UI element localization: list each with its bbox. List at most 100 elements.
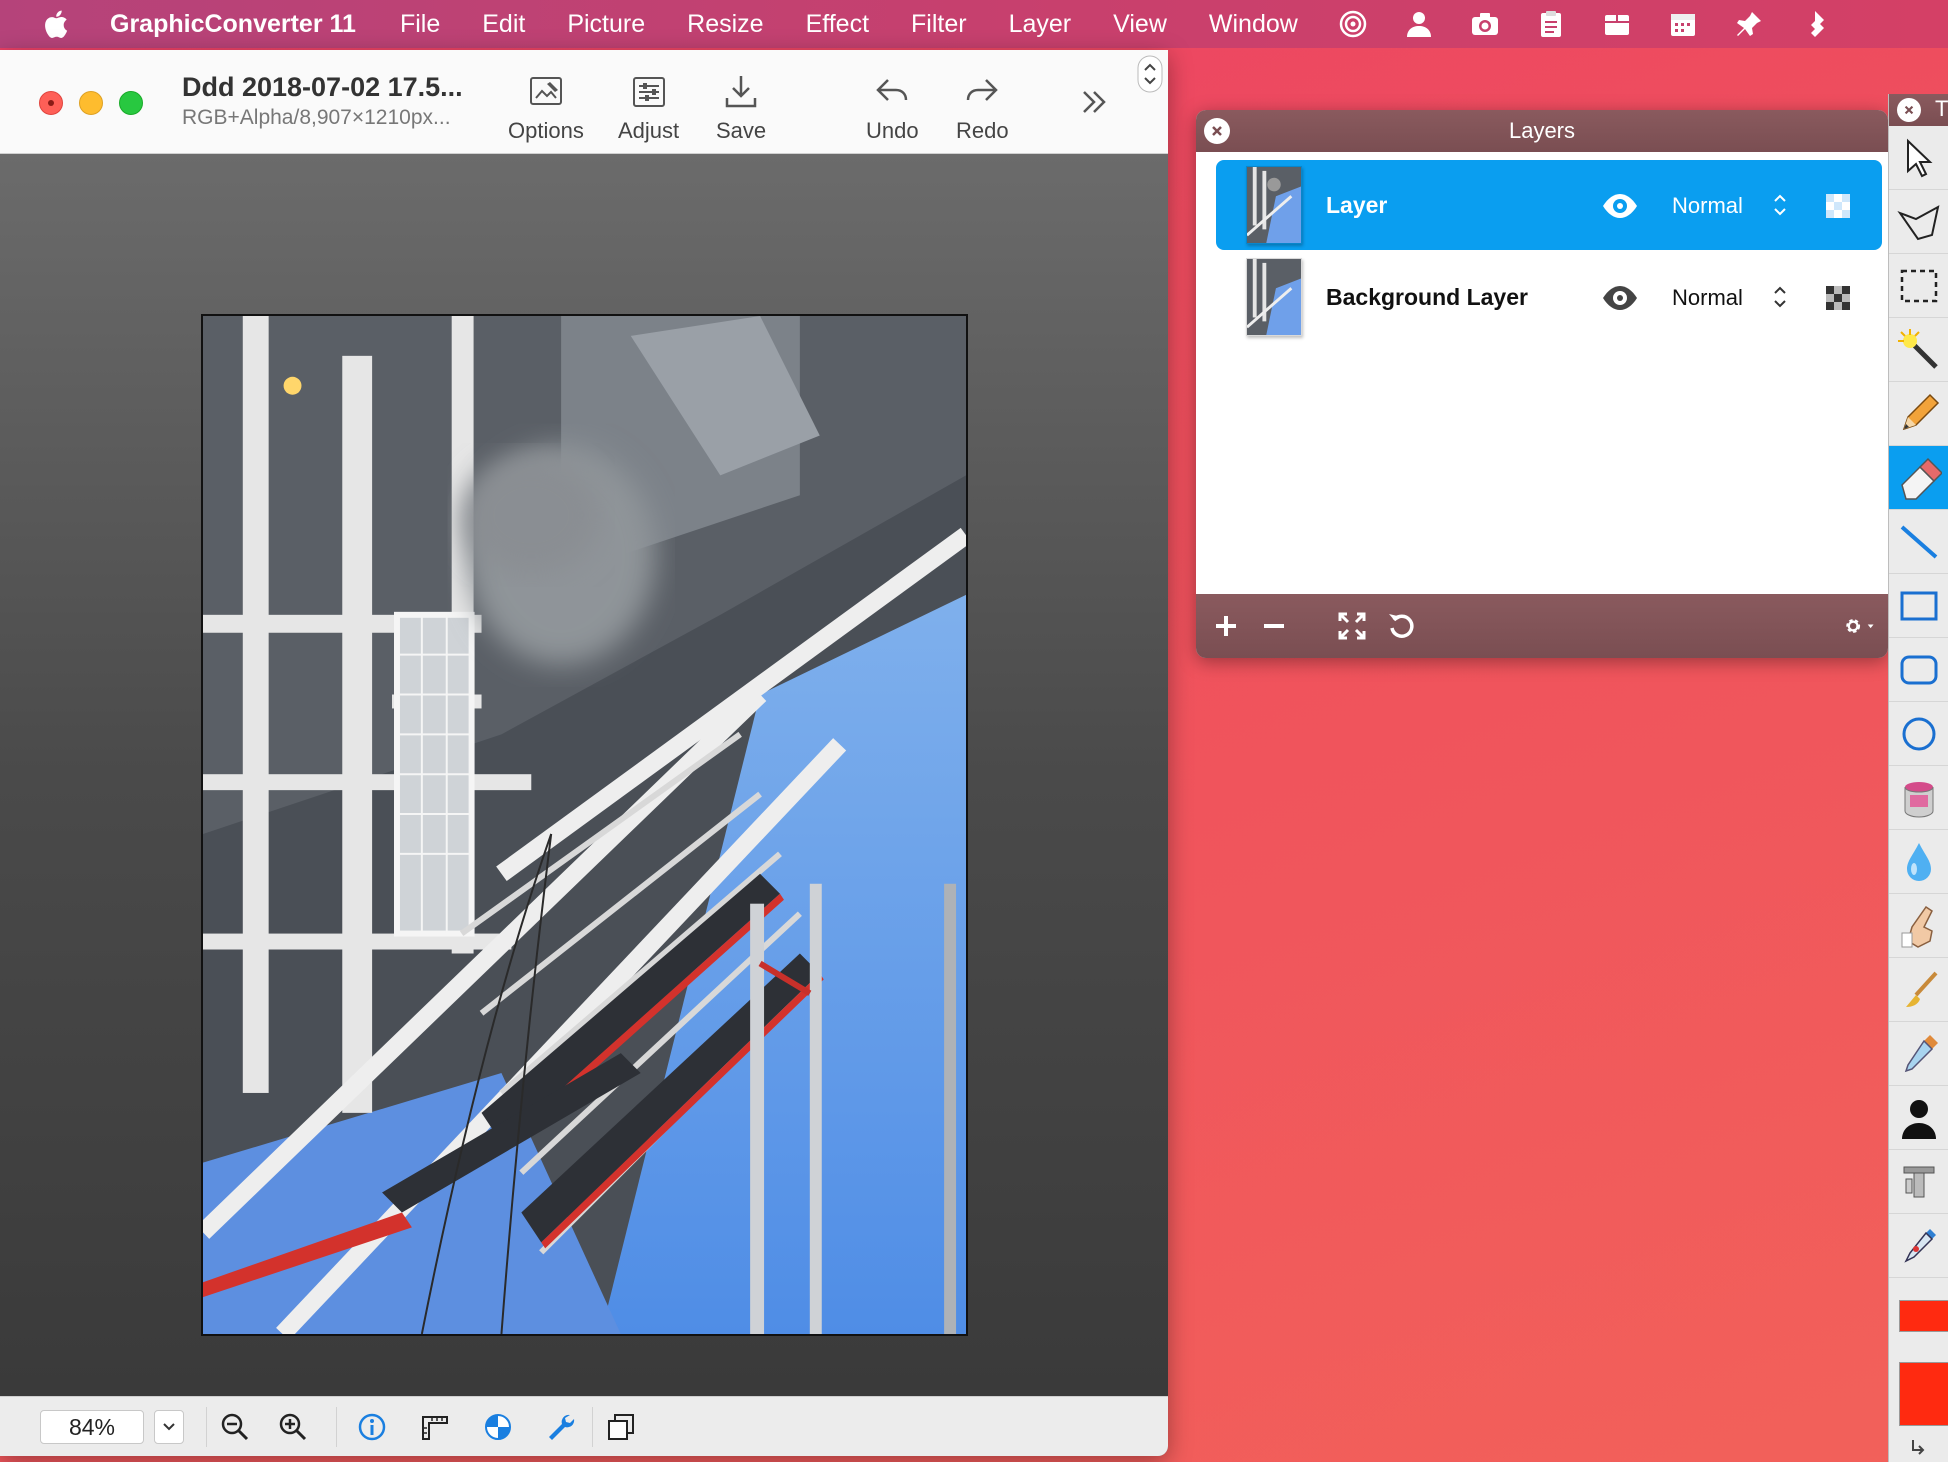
brush-icon[interactable] bbox=[1889, 958, 1948, 1022]
eye-icon[interactable] bbox=[1600, 278, 1640, 318]
layer-row-layer[interactable]: Layer Normal bbox=[1216, 160, 1882, 250]
layer-thumbnail bbox=[1246, 166, 1302, 244]
toolbar-scroll-icon[interactable] bbox=[1136, 54, 1164, 94]
document-title: Ddd 2018-07-02 17.5... bbox=[182, 72, 463, 102]
layer-name[interactable]: Layer bbox=[1326, 192, 1387, 219]
arrow-tool-icon[interactable] bbox=[1889, 126, 1948, 190]
toolbar-overflow-icon[interactable] bbox=[1074, 82, 1114, 122]
wrench-icon[interactable] bbox=[544, 1410, 578, 1444]
layers-panel-title: Layers bbox=[1508, 118, 1576, 143]
ruler-icon[interactable] bbox=[418, 1410, 452, 1444]
document-window: Ddd 2018-07-02 17.5... RGB+Alpha/8,907×1… bbox=[0, 50, 1168, 1456]
close-icon bbox=[1904, 105, 1914, 115]
adjust-button[interactable]: Adjust bbox=[618, 72, 679, 144]
apple-menu-icon[interactable] bbox=[0, 0, 110, 48]
minimize-window-button[interactable] bbox=[79, 91, 103, 115]
updown-chevron-icon[interactable] bbox=[1772, 284, 1788, 310]
menu-view[interactable]: View bbox=[1113, 10, 1167, 39]
close-icon bbox=[1212, 126, 1222, 136]
person-icon[interactable] bbox=[1402, 7, 1436, 41]
menu-resize[interactable]: Resize bbox=[687, 10, 763, 39]
line-tool-icon[interactable] bbox=[1889, 510, 1948, 574]
finger-smudge-icon[interactable] bbox=[1889, 894, 1948, 958]
package-icon[interactable] bbox=[1600, 7, 1634, 41]
syringe-icon[interactable] bbox=[1889, 1214, 1948, 1278]
image-canvas[interactable] bbox=[0, 154, 1168, 1396]
layers-panel-title-bar: Layers bbox=[1196, 110, 1888, 152]
eye-icon[interactable] bbox=[1600, 186, 1640, 226]
zoom-window-button[interactable] bbox=[119, 91, 143, 115]
eraser-icon[interactable] bbox=[1889, 446, 1948, 510]
menu-app-name[interactable]: GraphicConverter 11 bbox=[110, 10, 356, 39]
menu-layer[interactable]: Layer bbox=[1009, 10, 1072, 39]
color-wheel-icon[interactable] bbox=[481, 1410, 515, 1444]
transparency-checker-icon[interactable] bbox=[1826, 286, 1850, 310]
updown-chevron-icon[interactable] bbox=[1772, 192, 1788, 218]
calendar-icon[interactable] bbox=[1666, 7, 1700, 41]
menu-window[interactable]: Window bbox=[1209, 10, 1298, 39]
rectangle-tool-icon[interactable] bbox=[1889, 574, 1948, 638]
layer-name[interactable]: Background Layer bbox=[1326, 284, 1528, 311]
save-label: Save bbox=[716, 118, 767, 143]
target-icon[interactable] bbox=[1336, 7, 1370, 41]
menu-bar: GraphicConverter 11 File Edit Picture Re… bbox=[0, 0, 1948, 48]
close-tools-button[interactable] bbox=[1897, 98, 1921, 122]
blend-mode-select[interactable]: Normal bbox=[1672, 193, 1743, 219]
status-bar: 84% bbox=[0, 1396, 1168, 1456]
pencil-icon[interactable] bbox=[1889, 382, 1948, 446]
chevron-down-icon bbox=[163, 1423, 175, 1431]
add-layer-icon[interactable] bbox=[1208, 608, 1244, 644]
pin-icon[interactable] bbox=[1732, 7, 1766, 41]
options-icon bbox=[529, 77, 562, 105]
menu-filter[interactable]: Filter bbox=[911, 10, 967, 39]
tool-palette: T bbox=[1888, 94, 1948, 1462]
swap-colors-icon[interactable] bbox=[1909, 1436, 1929, 1456]
rounded-rect-tool-icon[interactable] bbox=[1889, 638, 1948, 702]
undo-icon bbox=[876, 79, 908, 101]
menu-picture[interactable]: Picture bbox=[567, 10, 645, 39]
stamp-icon[interactable] bbox=[1889, 1150, 1948, 1214]
info-icon[interactable] bbox=[355, 1410, 389, 1444]
blend-mode-select[interactable]: Normal bbox=[1672, 285, 1743, 311]
windows-icon[interactable] bbox=[604, 1410, 638, 1444]
remove-layer-icon[interactable] bbox=[1256, 608, 1292, 644]
redo-button[interactable]: Redo bbox=[956, 72, 1009, 144]
menu-file[interactable]: File bbox=[400, 10, 440, 39]
options-button[interactable]: Options bbox=[508, 72, 584, 144]
menu-edit[interactable]: Edit bbox=[482, 10, 525, 39]
image-preview[interactable] bbox=[201, 314, 968, 1336]
tool-palette-title-bar: T bbox=[1889, 94, 1948, 126]
save-button[interactable]: Save bbox=[716, 72, 766, 144]
water-drop-icon[interactable] bbox=[1889, 830, 1948, 894]
marquee-tool-icon[interactable] bbox=[1889, 254, 1948, 318]
rotate-reset-icon[interactable] bbox=[1384, 608, 1420, 644]
gear-icon[interactable] bbox=[1834, 608, 1884, 644]
foreground-color-swatch[interactable] bbox=[1899, 1300, 1948, 1332]
menu-effect[interactable]: Effect bbox=[806, 10, 869, 39]
clipboard-icon[interactable] bbox=[1534, 7, 1568, 41]
zoom-level-field[interactable]: 84% bbox=[40, 1410, 144, 1444]
lasso-tool-icon[interactable] bbox=[1889, 190, 1948, 254]
undo-button[interactable]: Undo bbox=[866, 72, 919, 144]
silhouette-icon[interactable] bbox=[1889, 1086, 1948, 1150]
eyedropper-icon[interactable] bbox=[1889, 1022, 1948, 1086]
paint-bucket-icon[interactable] bbox=[1889, 766, 1948, 830]
document-info: RGB+Alpha/8,907×1210px... bbox=[182, 106, 451, 129]
zoom-in-icon[interactable] bbox=[276, 1410, 310, 1444]
close-window-button[interactable] bbox=[39, 91, 63, 115]
fit-expand-icon[interactable] bbox=[1334, 608, 1370, 644]
ellipse-tool-icon[interactable] bbox=[1889, 702, 1948, 766]
layers-panel-footer bbox=[1196, 594, 1888, 658]
zoom-out-icon[interactable] bbox=[218, 1410, 252, 1444]
background-color-swatch[interactable] bbox=[1899, 1362, 1948, 1426]
transparency-checker-icon[interactable] bbox=[1826, 194, 1850, 218]
zoom-dropdown[interactable] bbox=[154, 1410, 184, 1444]
close-panel-button[interactable] bbox=[1204, 118, 1230, 144]
tool-palette-title: T bbox=[1935, 96, 1948, 121]
puzzle-icon[interactable] bbox=[1798, 7, 1832, 41]
undo-label: Undo bbox=[866, 118, 919, 143]
layer-row-background[interactable]: Background Layer Normal bbox=[1216, 252, 1882, 342]
camera-icon[interactable] bbox=[1468, 7, 1502, 41]
document-titlebar: Ddd 2018-07-02 17.5... RGB+Alpha/8,907×1… bbox=[0, 50, 1168, 154]
magic-wand-icon[interactable] bbox=[1889, 318, 1948, 382]
